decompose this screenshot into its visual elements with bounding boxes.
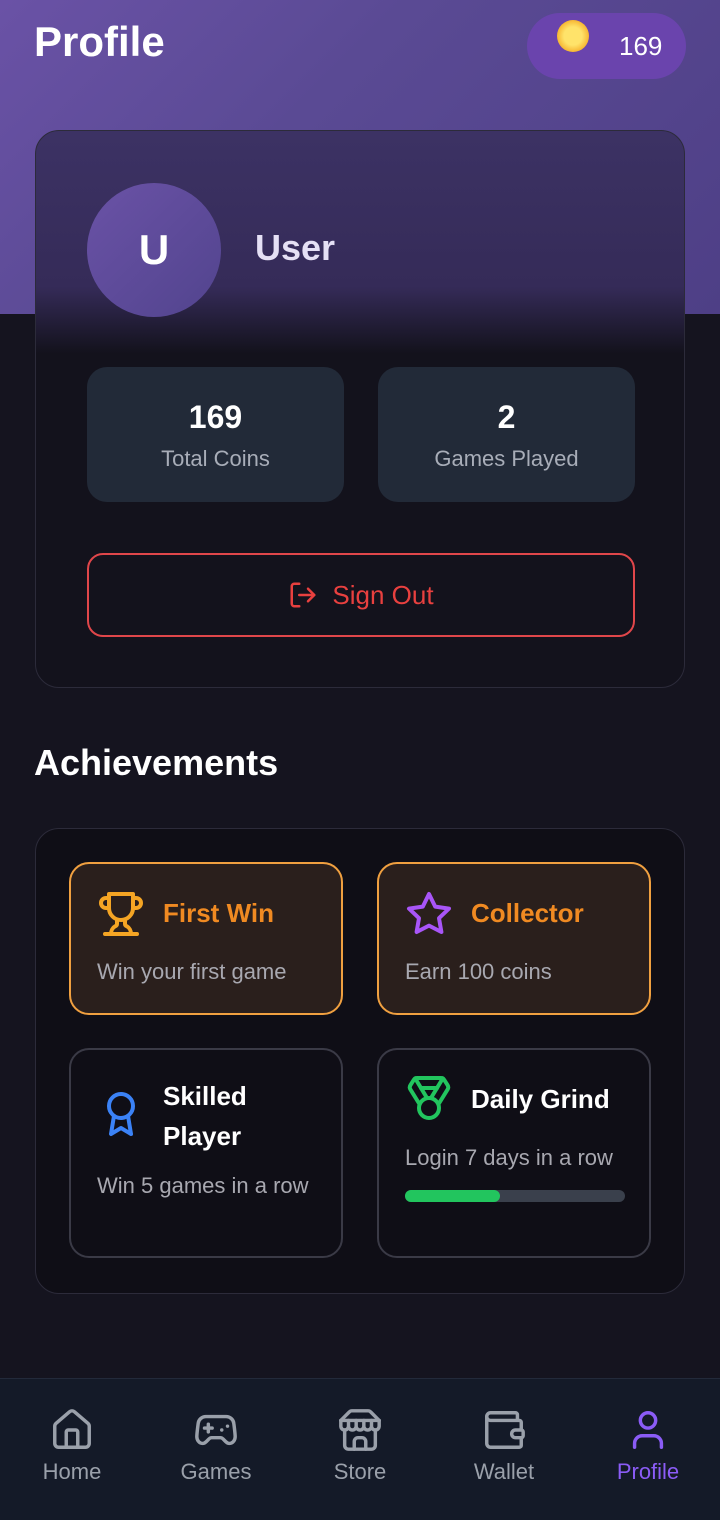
stat-games-played: 2 Games Played (378, 367, 635, 502)
achievement-desc: Earn 100 coins (405, 956, 635, 987)
user-name: User (255, 227, 335, 269)
sign-out-button[interactable]: Sign Out (87, 553, 635, 637)
achievement-first-win[interactable]: First Win Win your first game (69, 862, 343, 1015)
achievements-heading: Achievements (34, 742, 278, 784)
achievement-progress-bar (405, 1190, 625, 1202)
nav-label: Home (43, 1459, 102, 1485)
star-icon (405, 890, 453, 938)
achievements-panel: First Win Win your first game Collector … (35, 828, 685, 1294)
stat-value: 2 (378, 399, 635, 436)
achievement-name: Daily Grind (471, 1084, 610, 1115)
nav-games[interactable]: Games (144, 1379, 288, 1520)
nav-label: Profile (617, 1459, 679, 1485)
progress-fill (405, 1190, 500, 1202)
medal-icon (405, 1074, 453, 1122)
trophy-icon (97, 890, 145, 938)
page-title: Profile (34, 18, 165, 66)
stat-label: Games Played (378, 446, 635, 472)
user-icon (625, 1407, 671, 1453)
achievement-daily-grind[interactable]: Daily Grind Login 7 days in a row (377, 1048, 651, 1258)
achievement-collector[interactable]: Collector Earn 100 coins (377, 862, 651, 1015)
stat-value: 169 (87, 399, 344, 436)
nav-label: Games (181, 1459, 252, 1485)
achievement-skilled-player[interactable]: Skilled Player Win 5 games in a row (69, 1048, 343, 1258)
nav-label: Wallet (474, 1459, 534, 1485)
achievement-desc: Win your first game (97, 956, 327, 987)
wallet-icon (481, 1407, 527, 1453)
stat-total-coins: 169 Total Coins (87, 367, 344, 502)
achievement-name: Collector (471, 898, 584, 929)
logout-icon (288, 580, 318, 610)
nav-label: Store (334, 1459, 387, 1485)
gamepad-icon (193, 1407, 239, 1453)
achievement-desc: Login 7 days in a row (405, 1142, 645, 1173)
home-icon (49, 1407, 95, 1453)
achievement-name: Skilled Player (163, 1076, 313, 1156)
profile-card: U User 169 Total Coins 2 Games Played Sign… (35, 130, 685, 688)
sign-out-label: Sign Out (332, 580, 433, 611)
coin-balance: 169 (619, 31, 662, 62)
achievement-desc: Win 5 games in a row (97, 1170, 327, 1201)
nav-profile[interactable]: Profile (576, 1379, 720, 1520)
achievement-name: First Win (163, 898, 274, 929)
avatar-letter: U (139, 226, 169, 274)
avatar: U (87, 183, 221, 317)
nav-home[interactable]: Home (0, 1379, 144, 1520)
nav-wallet[interactable]: Wallet (432, 1379, 576, 1520)
nav-store[interactable]: Store (288, 1379, 432, 1520)
bottom-nav: Home Games Store Wallet Profile (0, 1378, 720, 1520)
coin-icon (557, 20, 589, 52)
coin-balance-badge[interactable]: 169 (527, 13, 686, 79)
stat-label: Total Coins (87, 446, 344, 472)
award-ribbon-icon (97, 1090, 145, 1138)
store-icon (337, 1407, 383, 1453)
